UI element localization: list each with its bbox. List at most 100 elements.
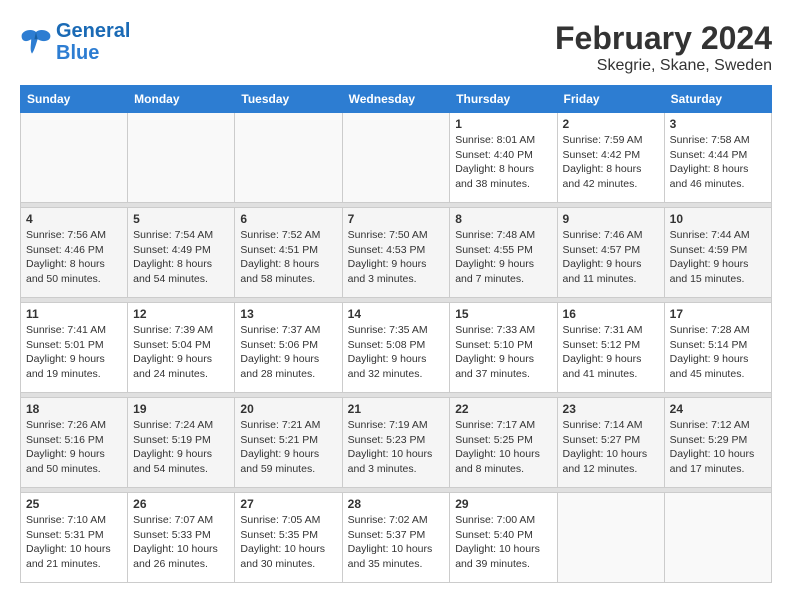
calendar-cell: 17Sunrise: 7:28 AM Sunset: 5:14 PM Dayli… [664,303,771,393]
calendar-cell: 8 Sunrise: 7:48 AM Sunset: 4:55 PM Daylig… [450,208,557,298]
day-info: Sunrise: 7:12 AM Sunset: 5:29 PM Dayligh… [670,418,766,477]
day-info: Sunrise: 7:19 AM Sunset: 5:23 PM Dayligh… [348,418,445,477]
header-sunday: Sunday [21,86,128,113]
day-number: 4 [26,212,122,226]
header-monday: Monday [128,86,235,113]
calendar-cell: 10 Sunrise: 7:44 AM Sunset: 4:59 PM Dayli… [664,208,771,298]
day-info: Sunrise: 7:52 AM Sunset: 4:51 PM Dayligh… [240,228,336,287]
week-row-2: 4 Sunrise: 7:56 AM Sunset: 4:46 PM Daylig… [21,208,772,298]
day-info: Sunrise: 7:41 AM Sunset: 5:01 PM Dayligh… [26,323,122,382]
day-info: Sunrise: 7:05 AM Sunset: 5:35 PM Dayligh… [240,513,336,572]
day-number: 28 [348,497,445,511]
week-row-3: 11Sunrise: 7:41 AM Sunset: 5:01 PM Dayli… [21,303,772,393]
calendar-cell: 13 Sunrise: 7:37 AM Sunset: 5:06 PM Dayli… [235,303,342,393]
day-info: Sunrise: 7:31 AM Sunset: 5:12 PM Dayligh… [563,323,659,382]
calendar-cell: 26Sunrise: 7:07 AM Sunset: 5:33 PM Dayli… [128,493,235,583]
page-subtitle: Skegrie, Skane, Sweden [555,57,772,75]
day-info: Sunrise: 7:26 AM Sunset: 5:16 PM Dayligh… [26,418,122,477]
day-info: Sunrise: 8:01 AM Sunset: 4:40 PM Dayligh… [455,133,551,192]
day-info: Sunrise: 7:35 AM Sunset: 5:08 PM Dayligh… [348,323,445,382]
calendar-cell: 23 Sunrise: 7:14 AM Sunset: 5:27 PM Dayli… [557,398,664,488]
calendar-cell: 9 Sunrise: 7:46 AM Sunset: 4:57 PM Daylig… [557,208,664,298]
day-info: Sunrise: 7:54 AM Sunset: 4:49 PM Dayligh… [133,228,229,287]
calendar-cell: 28 Sunrise: 7:02 AM Sunset: 5:37 PM Dayli… [342,493,450,583]
calendar-cell: 3Sunrise: 7:58 AM Sunset: 4:44 PM Daylig… [664,113,771,203]
day-number: 15 [455,307,551,321]
day-info: Sunrise: 7:24 AM Sunset: 5:19 PM Dayligh… [133,418,229,477]
calendar-cell: 29 Sunrise: 7:00 AM Sunset: 5:40 PM Dayli… [450,493,557,583]
logo-icon [20,28,52,56]
calendar-table: SundayMondayTuesdayWednesdayThursdayFrid… [20,85,772,583]
logo: General Blue [20,20,130,64]
day-number: 25 [26,497,122,511]
calendar-cell: 27 Sunrise: 7:05 AM Sunset: 5:35 PM Dayli… [235,493,342,583]
day-info: Sunrise: 7:39 AM Sunset: 5:04 PM Dayligh… [133,323,229,382]
day-info: Sunrise: 7:59 AM Sunset: 4:42 PM Dayligh… [563,133,659,192]
day-info: Sunrise: 7:28 AM Sunset: 5:14 PM Dayligh… [670,323,766,382]
day-number: 2 [563,117,659,131]
header: General Blue February 2024 Skegrie, Skan… [20,20,772,75]
calendar-cell: 5 Sunrise: 7:54 AM Sunset: 4:49 PM Daylig… [128,208,235,298]
day-info: Sunrise: 7:33 AM Sunset: 5:10 PM Dayligh… [455,323,551,382]
calendar-cell [235,113,342,203]
calendar-cell: 6 Sunrise: 7:52 AM Sunset: 4:51 PM Daylig… [235,208,342,298]
calendar-cell: 11Sunrise: 7:41 AM Sunset: 5:01 PM Dayli… [21,303,128,393]
calendar-header-row: SundayMondayTuesdayWednesdayThursdayFrid… [21,86,772,113]
day-info: Sunrise: 7:14 AM Sunset: 5:27 PM Dayligh… [563,418,659,477]
day-number: 21 [348,402,445,416]
day-number: 23 [563,402,659,416]
day-info: Sunrise: 7:44 AM Sunset: 4:59 PM Dayligh… [670,228,766,287]
day-number: 27 [240,497,336,511]
day-info: Sunrise: 7:58 AM Sunset: 4:44 PM Dayligh… [670,133,766,192]
day-info: Sunrise: 7:50 AM Sunset: 4:53 PM Dayligh… [348,228,445,287]
day-number: 12 [133,307,229,321]
calendar-cell: 2 Sunrise: 7:59 AM Sunset: 4:42 PM Daylig… [557,113,664,203]
day-info: Sunrise: 7:02 AM Sunset: 5:37 PM Dayligh… [348,513,445,572]
day-info: Sunrise: 7:48 AM Sunset: 4:55 PM Dayligh… [455,228,551,287]
day-info: Sunrise: 7:37 AM Sunset: 5:06 PM Dayligh… [240,323,336,382]
calendar-cell: 12 Sunrise: 7:39 AM Sunset: 5:04 PM Dayli… [128,303,235,393]
calendar-cell: 24Sunrise: 7:12 AM Sunset: 5:29 PM Dayli… [664,398,771,488]
day-number: 29 [455,497,551,511]
calendar-cell: 16 Sunrise: 7:31 AM Sunset: 5:12 PM Dayli… [557,303,664,393]
calendar-cell: 19 Sunrise: 7:24 AM Sunset: 5:19 PM Dayli… [128,398,235,488]
header-friday: Friday [557,86,664,113]
calendar-cell: 21 Sunrise: 7:19 AM Sunset: 5:23 PM Dayli… [342,398,450,488]
calendar-cell: 7Sunrise: 7:50 AM Sunset: 4:53 PM Daylig… [342,208,450,298]
day-number: 9 [563,212,659,226]
day-info: Sunrise: 7:10 AM Sunset: 5:31 PM Dayligh… [26,513,122,572]
day-number: 18 [26,402,122,416]
calendar-cell: 4 Sunrise: 7:56 AM Sunset: 4:46 PM Daylig… [21,208,128,298]
calendar-cell: 1 Sunrise: 8:01 AM Sunset: 4:40 PM Daylig… [450,113,557,203]
day-info: Sunrise: 7:21 AM Sunset: 5:21 PM Dayligh… [240,418,336,477]
header-saturday: Saturday [664,86,771,113]
day-number: 22 [455,402,551,416]
day-number: 6 [240,212,336,226]
week-row-4: 18 Sunrise: 7:26 AM Sunset: 5:16 PM Dayli… [21,398,772,488]
calendar-cell [128,113,235,203]
calendar-cell [342,113,450,203]
logo-name-line1: General [56,20,130,42]
day-number: 13 [240,307,336,321]
day-number: 26 [133,497,229,511]
calendar-cell: 18 Sunrise: 7:26 AM Sunset: 5:16 PM Dayli… [21,398,128,488]
calendar-cell: 25 Sunrise: 7:10 AM Sunset: 5:31 PM Dayli… [21,493,128,583]
day-number: 8 [455,212,551,226]
calendar-cell: 14Sunrise: 7:35 AM Sunset: 5:08 PM Dayli… [342,303,450,393]
day-info: Sunrise: 7:56 AM Sunset: 4:46 PM Dayligh… [26,228,122,287]
day-number: 5 [133,212,229,226]
day-number: 16 [563,307,659,321]
title-area: February 2024 Skegrie, Skane, Sweden [555,20,772,75]
day-number: 19 [133,402,229,416]
day-info: Sunrise: 7:00 AM Sunset: 5:40 PM Dayligh… [455,513,551,572]
calendar-cell [557,493,664,583]
logo-text-block: General Blue [56,20,130,64]
calendar-cell [21,113,128,203]
calendar-cell: 20Sunrise: 7:21 AM Sunset: 5:21 PM Dayli… [235,398,342,488]
day-number: 1 [455,117,551,131]
calendar-cell: 22Sunrise: 7:17 AM Sunset: 5:25 PM Dayli… [450,398,557,488]
calendar-cell [664,493,771,583]
day-number: 10 [670,212,766,226]
day-info: Sunrise: 7:46 AM Sunset: 4:57 PM Dayligh… [563,228,659,287]
week-row-1: 1 Sunrise: 8:01 AM Sunset: 4:40 PM Daylig… [21,113,772,203]
